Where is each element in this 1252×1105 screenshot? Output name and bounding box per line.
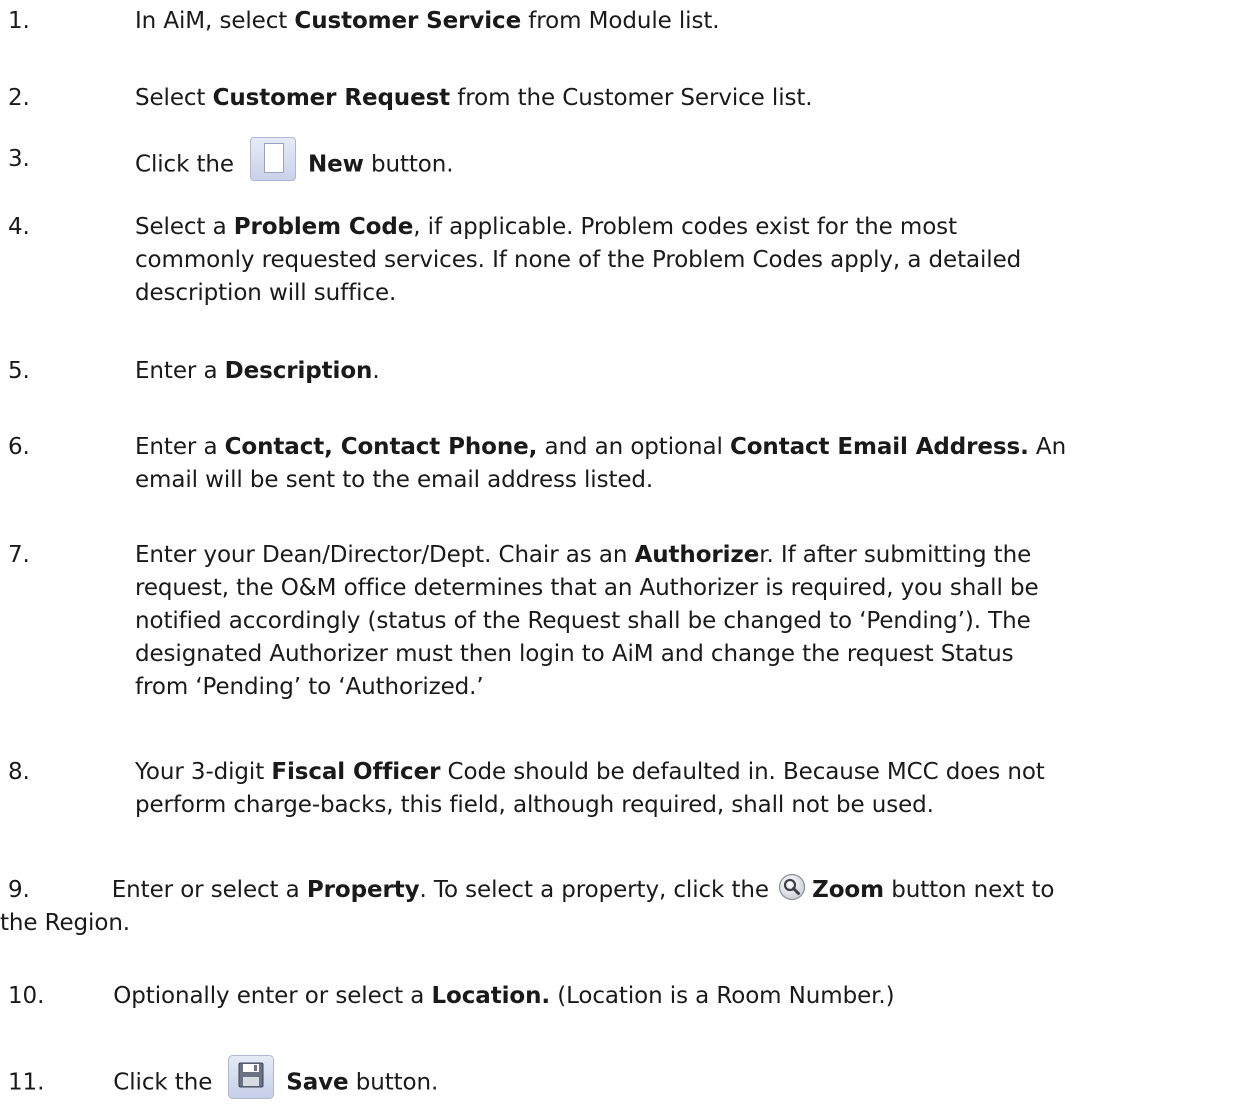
save-floppy-icon	[228, 1055, 275, 1099]
authorizer-term: Authorize	[634, 542, 760, 568]
step-number: 5.	[8, 358, 30, 384]
location-term: Location.	[431, 983, 551, 1009]
step-text: Select Customer Request from the Custome…	[135, 85, 813, 111]
step-text: Click the New button.	[135, 137, 1232, 187]
customer-request-term: Customer Request	[212, 85, 451, 111]
zoom-term: Zoom	[812, 877, 884, 903]
step-number: 4.	[8, 214, 30, 240]
new-document-icon	[249, 137, 296, 181]
fiscal-officer-term: Fiscal Officer	[271, 759, 441, 785]
step-number: 2.	[8, 85, 30, 111]
step-number: 1.	[8, 8, 30, 34]
step-number: 8.	[8, 759, 30, 785]
problem-code-term: Problem Code	[233, 214, 414, 240]
step-number: 3.	[8, 146, 30, 172]
customer-service-term: Customer Service	[294, 8, 522, 34]
step-text: 11. Click the Save button.	[8, 1055, 1232, 1105]
step-number: 9.	[8, 877, 30, 903]
step-number: 6.	[8, 434, 30, 460]
contact-email-term: Contact Email Address.	[729, 434, 1029, 460]
contact-phone-term: Contact, Contact Phone,	[224, 434, 538, 460]
zoom-magnifier-icon	[779, 873, 806, 900]
description-term: Description	[224, 358, 373, 384]
new-term: New	[307, 151, 364, 178]
step-number: 7.	[8, 542, 30, 568]
save-term: Save	[286, 1069, 349, 1096]
property-term: Property	[306, 877, 420, 903]
step-text: 9. Enter or select a Property. To select …	[0, 873, 1232, 940]
step-number: 11.	[8, 1069, 45, 1096]
step-text: Enter a Description.	[135, 358, 380, 384]
step-text: In AiM, select Customer Service from Mod…	[135, 8, 720, 34]
step-text: Enter your Dean/Director/Dept. Chair as …	[135, 542, 1039, 700]
step-text: Select a Problem Code, if applicable. Pr…	[135, 214, 1022, 306]
step-text: 10. Optionally enter or select a Location…	[8, 983, 895, 1009]
step-text: Enter a Contact, Contact Phone, and an o…	[135, 434, 1067, 493]
step-number: 10.	[8, 983, 45, 1009]
step-text: Your 3-digit Fiscal Officer Code should …	[135, 759, 1045, 818]
